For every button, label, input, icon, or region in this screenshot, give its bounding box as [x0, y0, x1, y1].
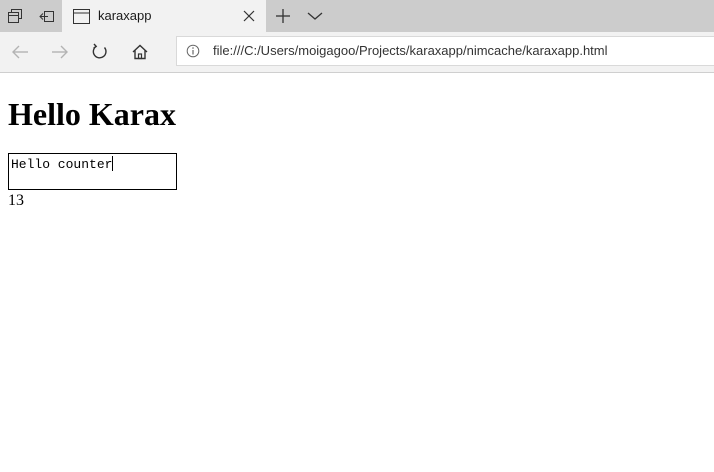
page-icon — [72, 8, 90, 24]
back-button[interactable] — [3, 34, 37, 70]
navigation-bar: file:///C:/Users/moigagoo/Projects/karax… — [0, 32, 714, 73]
close-icon — [243, 10, 255, 22]
site-info-button[interactable] — [185, 43, 201, 59]
refresh-button[interactable] — [83, 34, 117, 70]
tab-title: karaxapp — [98, 8, 152, 23]
tabs-aside-icon — [8, 9, 22, 23]
chevron-down-icon — [307, 12, 323, 20]
page-content: Hello Karax Hello counter 13 — [0, 73, 714, 472]
set-tabs-aside-button[interactable] — [32, 0, 62, 32]
new-tab-button[interactable] — [268, 0, 298, 32]
home-button[interactable] — [123, 34, 157, 70]
set-tabs-aside-icon — [39, 11, 54, 22]
tab-preview-button[interactable] — [300, 0, 330, 32]
tab-bar: karaxapp — [0, 0, 714, 32]
active-tab[interactable]: karaxapp — [62, 0, 266, 32]
counter-value: 13 — [8, 192, 24, 209]
input-text: Hello counter — [11, 157, 113, 172]
close-tab-button[interactable] — [236, 0, 262, 32]
address-bar[interactable]: file:///C:/Users/moigagoo/Projects/karax… — [176, 36, 714, 66]
refresh-icon — [92, 43, 107, 59]
tab-manager-button[interactable] — [0, 0, 30, 32]
text-caret — [112, 156, 114, 171]
forward-button[interactable] — [43, 34, 77, 70]
forward-arrow-icon — [52, 45, 68, 59]
plus-icon — [276, 9, 290, 23]
text-input[interactable]: Hello counter — [8, 153, 177, 190]
address-url[interactable]: file:///C:/Users/moigagoo/Projects/karax… — [213, 37, 608, 65]
info-icon — [186, 44, 200, 58]
input-value[interactable]: Hello counter — [11, 156, 114, 173]
back-arrow-icon — [12, 45, 28, 59]
page-heading: Hello Karax — [8, 96, 176, 132]
home-icon — [132, 44, 148, 60]
